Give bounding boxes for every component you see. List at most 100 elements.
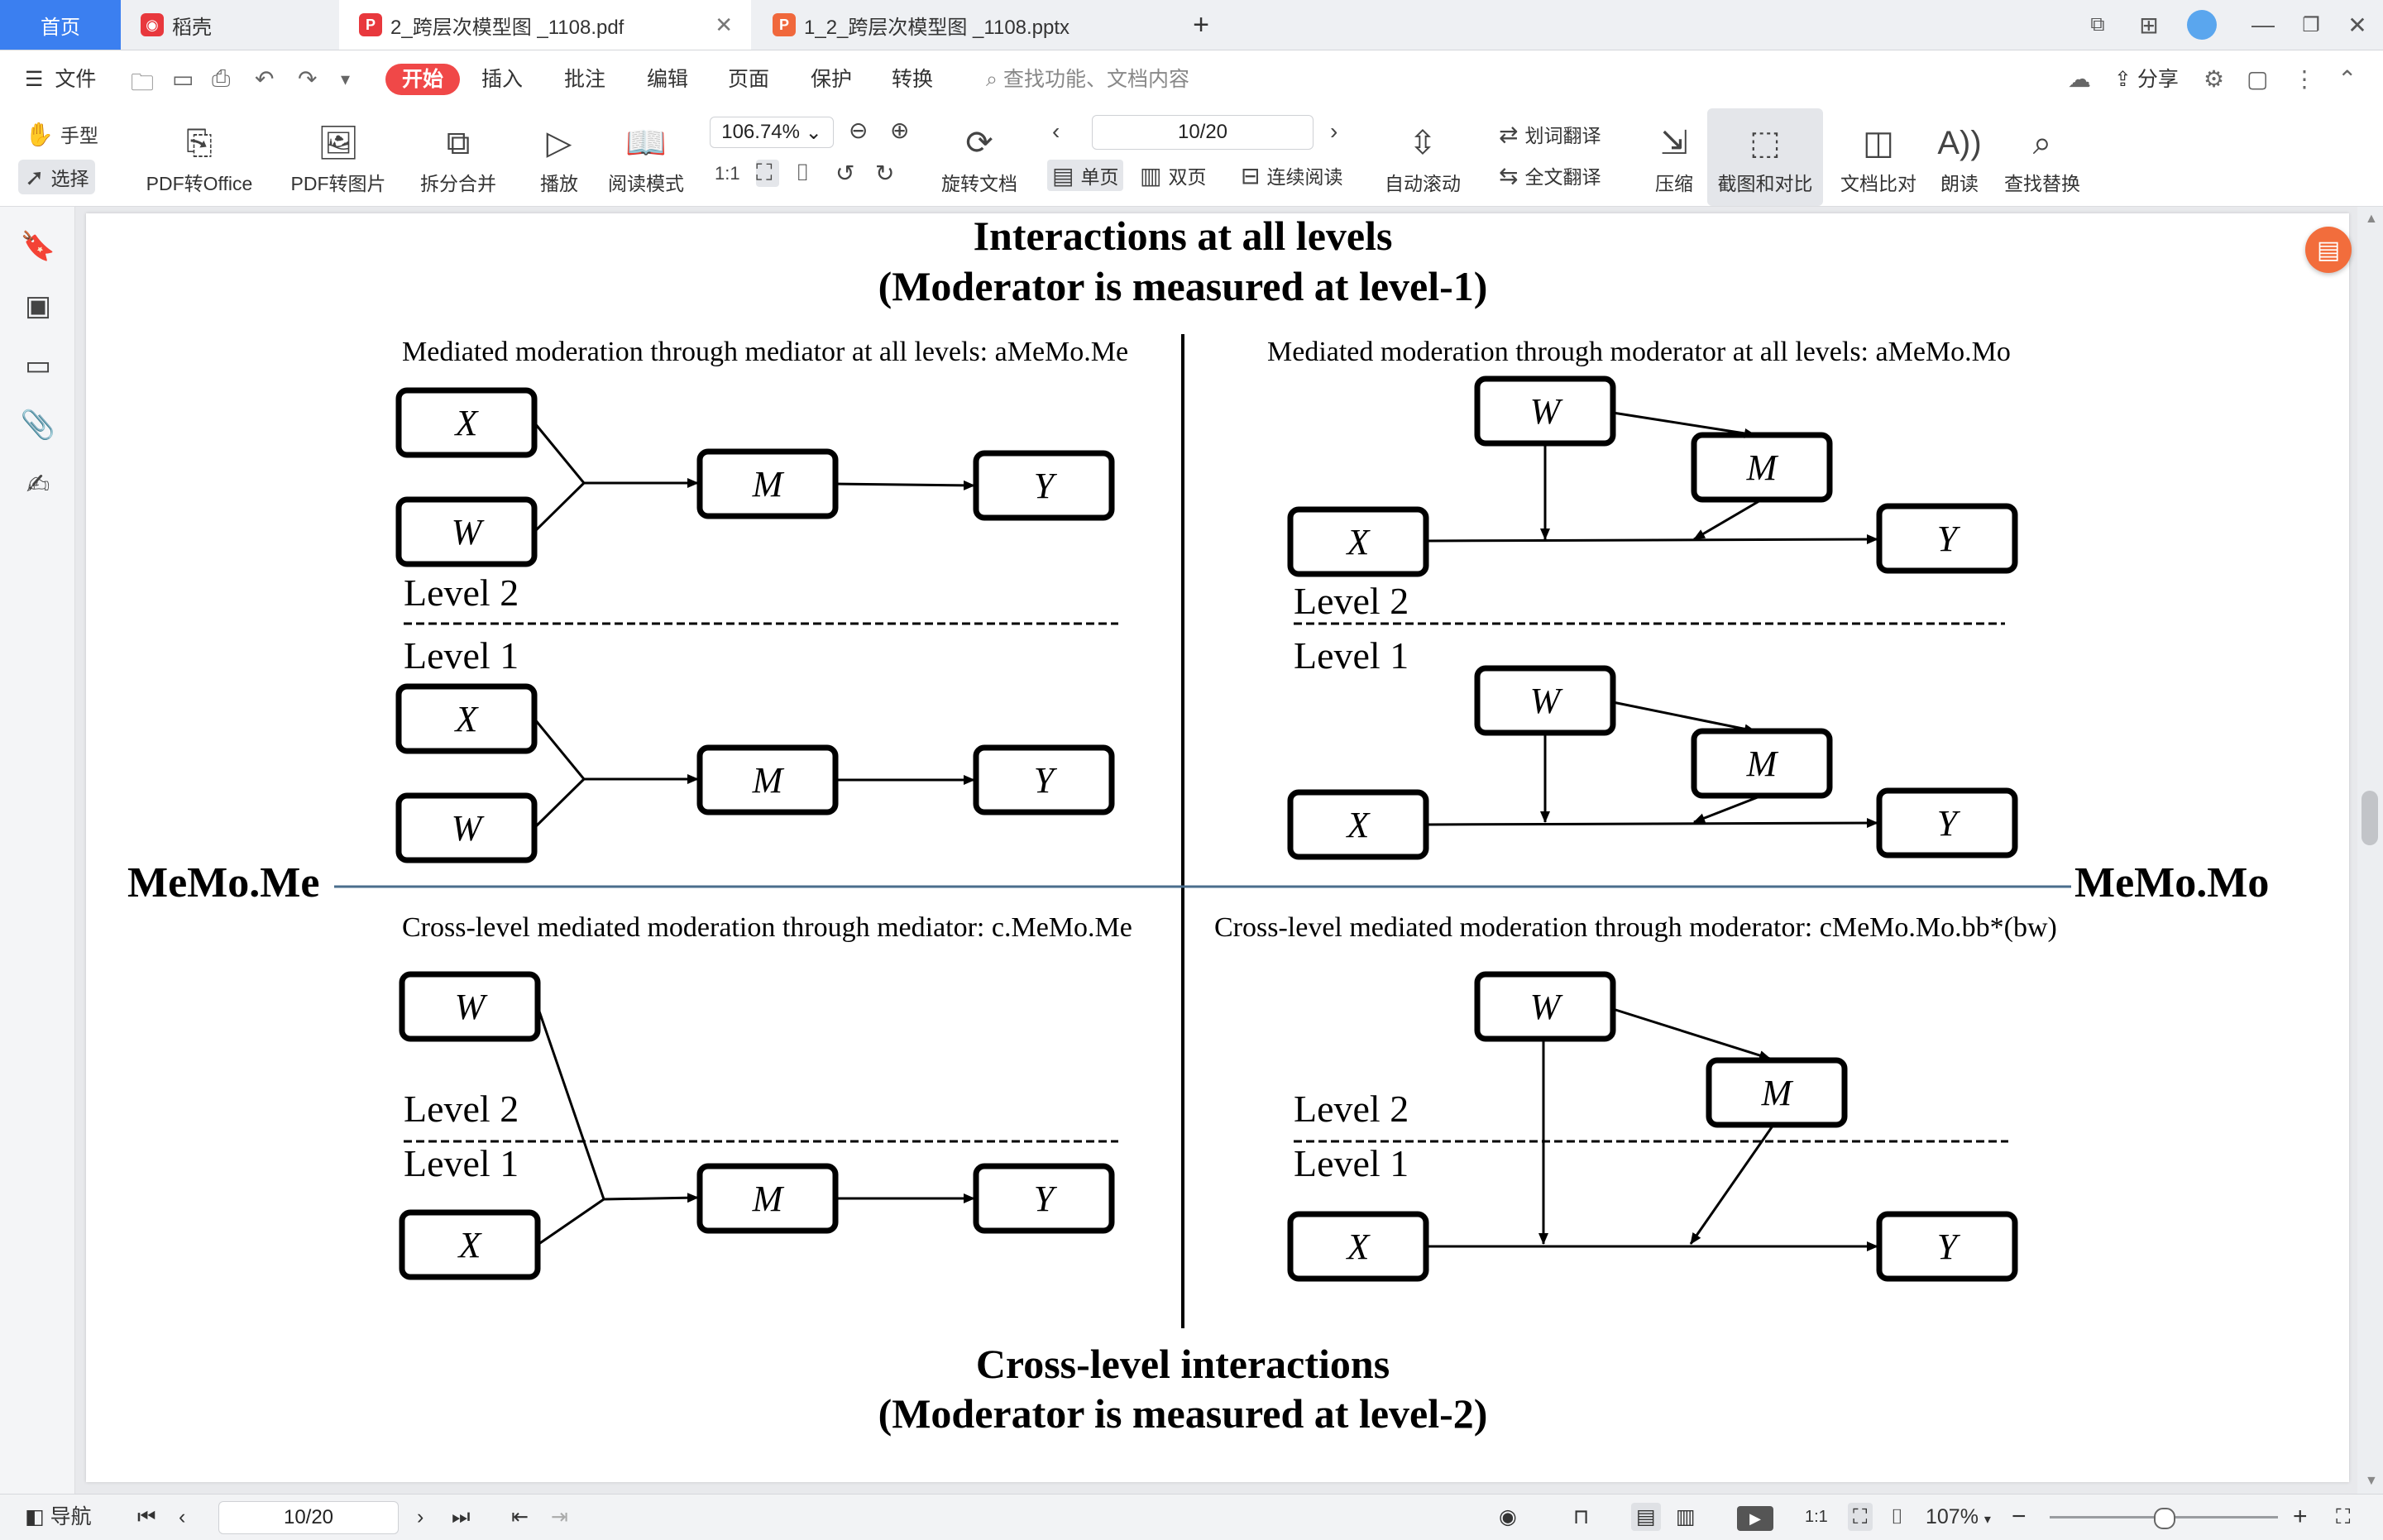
single-page-button[interactable]: ▤ 单页 <box>1047 160 1124 191</box>
read-mode-button[interactable]: 📖 阅读模式 <box>601 108 691 206</box>
zoom-slider-handle[interactable] <box>2154 1508 2175 1529</box>
single-page-status-button[interactable]: ▤ <box>1631 1503 1661 1531</box>
split-merge-button[interactable]: ⧉ 拆分合并 <box>409 108 508 206</box>
tab-pdf[interactable]: P 2_跨层次模型图 _1108.pdf ✕ <box>339 0 751 50</box>
comment-icon[interactable]: ▢ <box>2247 65 2268 93</box>
pdf-to-office-button[interactable]: ⎘ PDF转Office <box>129 108 270 206</box>
actual-size-button[interactable]: 1:1 <box>715 163 747 184</box>
fit-page-status-button[interactable]: ⛶ <box>1848 1503 1873 1531</box>
double-page-status-button[interactable]: ▥ <box>1676 1503 1696 1531</box>
share-label: 分享 <box>2137 68 2179 91</box>
close-window-icon[interactable]: ✕ <box>2339 7 2376 43</box>
window-layout-icon[interactable]: ⧉ <box>2079 7 2116 43</box>
q1-l2-node-m-label: M <box>752 464 785 505</box>
rotate-right-button[interactable]: ↻ <box>875 160 901 187</box>
prev-page-button[interactable]: ‹ <box>1052 118 1066 145</box>
next-page-status-button[interactable]: › <box>417 1503 423 1531</box>
new-tab-button[interactable]: + <box>1183 0 1219 50</box>
zoom-in-button[interactable]: ⊕ <box>890 117 916 144</box>
tab-daoke[interactable]: ◉ 稻壳 <box>121 0 337 50</box>
quick-access-chevron-icon[interactable]: ▾ <box>341 69 350 90</box>
find-replace-button[interactable]: ⌕ 查找替换 <box>1997 108 2088 206</box>
avatar[interactable] <box>2184 7 2220 43</box>
save-icon[interactable]: ▭ <box>172 65 194 93</box>
zoom-select[interactable]: 106.74% ⌄ <box>710 117 834 148</box>
forward-view-button[interactable]: ⇥ <box>551 1503 568 1531</box>
close-tab-icon[interactable]: ✕ <box>715 12 733 38</box>
comment-list-icon[interactable]: ▭ <box>20 349 56 382</box>
nav-toggle-button[interactable]: ◧ 导航 <box>25 1503 92 1531</box>
next-page-button[interactable]: › <box>1330 118 1344 145</box>
menu-start[interactable]: 开始 <box>385 64 461 95</box>
menu-annotate[interactable]: 批注 <box>564 64 605 95</box>
hand-tool-label: 手型 <box>60 125 98 146</box>
fit-page-button[interactable]: ⛶ <box>756 160 779 187</box>
print-icon[interactable]: ⎙ <box>212 65 230 93</box>
menu-convert[interactable]: 转换 <box>892 64 933 95</box>
first-page-button[interactable]: ⏮ <box>137 1503 156 1531</box>
screenshot-compare-button[interactable]: ⬚ 截图和对比 <box>1707 108 1823 206</box>
scrollbar-thumb[interactable] <box>2361 791 2378 845</box>
settings-gear-icon[interactable]: ⚙ <box>2204 65 2224 93</box>
continuous-read-button[interactable]: ⊟ 连续阅读 <box>1241 161 1342 189</box>
rotate-left-button[interactable]: ↺ <box>835 160 861 187</box>
undo-icon[interactable]: ↶ <box>255 65 274 93</box>
zoom-out-button[interactable]: ⊖ <box>849 117 874 144</box>
share-button[interactable]: ⇪ 分享 <box>2114 64 2179 95</box>
redo-icon[interactable]: ↷ <box>298 65 317 93</box>
page-width-button[interactable]: ⊓ <box>1573 1503 1590 1531</box>
menu-insert[interactable]: 插入 <box>481 64 523 95</box>
menu-page[interactable]: 页面 <box>728 64 769 95</box>
pdf-to-image-button[interactable]: 🖼 PDF转图片 <box>285 108 392 206</box>
page-number-input[interactable]: 10/20 <box>1092 115 1314 150</box>
last-page-button[interactable]: ⏭ <box>452 1503 471 1531</box>
scroll-up-icon[interactable]: ▲ <box>2365 212 2378 227</box>
select-tool[interactable]: ➚ 选择 <box>18 160 96 194</box>
hand-tool[interactable]: ✋ 手型 <box>25 120 98 148</box>
floating-assistant-button[interactable]: ▤ <box>2305 227 2352 273</box>
zoom-in-status-button[interactable]: + <box>2293 1503 2308 1531</box>
restore-icon[interactable]: ❐ <box>2293 7 2329 43</box>
rotate-document-button[interactable]: ⟳ 旋转文档 <box>930 108 1029 206</box>
tab-pptx[interactable]: P 1_2_跨层次模型图 _1108.pptx <box>753 0 1166 50</box>
prev-page-status-button[interactable]: ‹ <box>179 1503 185 1531</box>
menu-edit[interactable]: 编辑 <box>647 64 688 95</box>
bookmark-icon[interactable]: 🔖 <box>20 230 56 263</box>
search-box[interactable]: ⌕ 查找功能、文档内容 <box>986 64 1189 95</box>
more-options-icon[interactable]: ⋮ <box>2293 65 2316 93</box>
vertical-scrollbar[interactable]: ▲ ▼ <box>2357 207 2383 1494</box>
pptx-file-icon: P <box>773 13 796 36</box>
double-page-status-icon: ▥ <box>1676 1505 1696 1528</box>
play-status-button[interactable]: ▶ <box>1737 1503 1773 1531</box>
doc-compare-button[interactable]: ◫ 文档比对 <box>1833 108 1924 206</box>
auto-scroll-button[interactable]: ⇳ 自动滚动 <box>1373 108 1472 206</box>
signature-icon[interactable]: ✍ <box>20 468 56 501</box>
status-page-input[interactable]: 10/20 <box>218 1501 399 1534</box>
actual-size-status-button[interactable]: 1:1 <box>1805 1503 1828 1531</box>
zoom-status-select[interactable]: 107% ▾ <box>1926 1503 1991 1531</box>
grid-apps-icon[interactable]: ⊞ <box>2131 7 2167 43</box>
cloud-sync-icon[interactable]: ☁ <box>2068 65 2091 93</box>
compress-button[interactable]: ⇲ 压缩 <box>1641 108 1707 206</box>
fit-width-status-button[interactable]: ⌷ <box>1891 1503 1903 1531</box>
fullscreen-button[interactable]: ⛶ <box>2336 1503 2351 1531</box>
word-translate-button[interactable]: ⇄ 划词翻译 <box>1499 120 1601 148</box>
minimize-icon[interactable]: — <box>2245 7 2281 43</box>
double-page-button[interactable]: ▥ 双页 <box>1140 161 1206 189</box>
q4-arrow-m-path <box>1689 1124 1775 1245</box>
attachment-icon[interactable]: 📎 <box>20 409 56 442</box>
read-aloud-button[interactable]: A)) 朗读 <box>1931 108 1988 206</box>
eye-protection-button[interactable]: ◉ <box>1499 1503 1517 1531</box>
full-translate-button[interactable]: ⇆ 全文翻译 <box>1499 161 1601 189</box>
menu-protect[interactable]: 保护 <box>811 64 852 95</box>
tab-home[interactable]: 首页 <box>0 0 121 50</box>
back-view-button[interactable]: ⇤ <box>511 1503 529 1531</box>
fit-width-button[interactable]: ⌷ <box>796 160 816 187</box>
zoom-out-status-button[interactable]: − <box>2012 1503 2027 1531</box>
play-button[interactable]: ▷ 播放 <box>526 108 592 206</box>
thumbnail-icon[interactable]: ▣ <box>20 289 56 323</box>
menu-file[interactable]: ☰ 文件 <box>25 64 96 95</box>
open-folder-icon[interactable]: 🗀 <box>131 65 154 105</box>
collapse-ribbon-icon[interactable]: ⌃ <box>2338 65 2357 93</box>
scroll-down-icon[interactable]: ▼ <box>2365 1474 2378 1489</box>
